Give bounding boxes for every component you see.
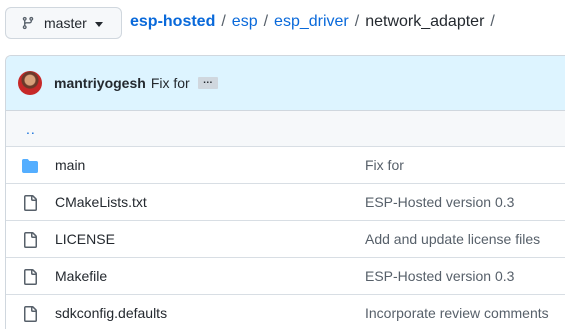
table-row: main Fix for [6,147,565,184]
git-branch-icon [21,16,35,30]
parent-directory-row[interactable]: .. [6,111,565,147]
file-commit-message-link[interactable]: ESP-Hosted version 0.3 [365,268,514,284]
breadcrumb-separator: / [354,13,360,30]
breadcrumb-link-esp-driver[interactable]: esp_driver [274,13,349,31]
breadcrumb-separator: / [221,13,226,30]
file-name-link[interactable]: Makefile [55,268,107,284]
file-commit-message-link[interactable]: Fix for [365,157,404,173]
caret-down-icon [94,21,103,27]
repo-file-browser: master esp-hosted / esp / esp_driver / n… [0,0,565,329]
commit-expand-button[interactable]: … [197,76,218,89]
branch-select-button[interactable]: master [5,7,122,39]
parent-directory-link[interactable]: .. [26,121,36,137]
table-row: Makefile ESP-Hosted version 0.3 [6,258,565,295]
file-icon [22,195,38,211]
file-icon [22,232,38,248]
breadcrumb-current: network_adapter [365,13,485,30]
table-row: sdkconfig.defaults Incorporate review co… [6,295,565,329]
table-row: CMakeLists.txt ESP-Hosted version 0.3 [6,184,565,221]
file-commit-message-link[interactable]: ESP-Hosted version 0.3 [365,194,514,210]
breadcrumb: esp-hosted / esp / esp_driver / network_… [130,13,495,31]
file-icon [22,269,38,285]
commit-message-link[interactable]: Fix for [151,75,190,91]
folder-icon [22,158,38,174]
file-name-link[interactable]: sdkconfig.defaults [55,305,167,321]
file-icon [22,306,38,322]
breadcrumb-separator: / [263,13,269,30]
avatar[interactable] [18,71,42,95]
commit-author-link[interactable]: mantriyogesh [54,75,146,91]
file-commit-message-link[interactable]: Add and update license files [365,231,540,247]
latest-commit-bar: mantriyogesh Fix for … [6,56,565,111]
file-name-link[interactable]: CMakeLists.txt [55,194,147,210]
branch-label: master [44,15,87,31]
repo-toolbar: master esp-hosted / esp / esp_driver / n… [0,0,565,48]
file-list: mantriyogesh Fix for … .. main Fix for C… [5,55,565,329]
file-commit-message-link[interactable]: Incorporate review comments [365,305,549,321]
breadcrumb-separator: / [490,13,495,30]
table-row: LICENSE Add and update license files [6,221,565,258]
breadcrumb-link-esp[interactable]: esp [232,13,258,31]
file-name-link[interactable]: main [55,157,85,173]
breadcrumb-repo-link[interactable]: esp-hosted [130,13,215,31]
file-name-link[interactable]: LICENSE [55,231,115,247]
